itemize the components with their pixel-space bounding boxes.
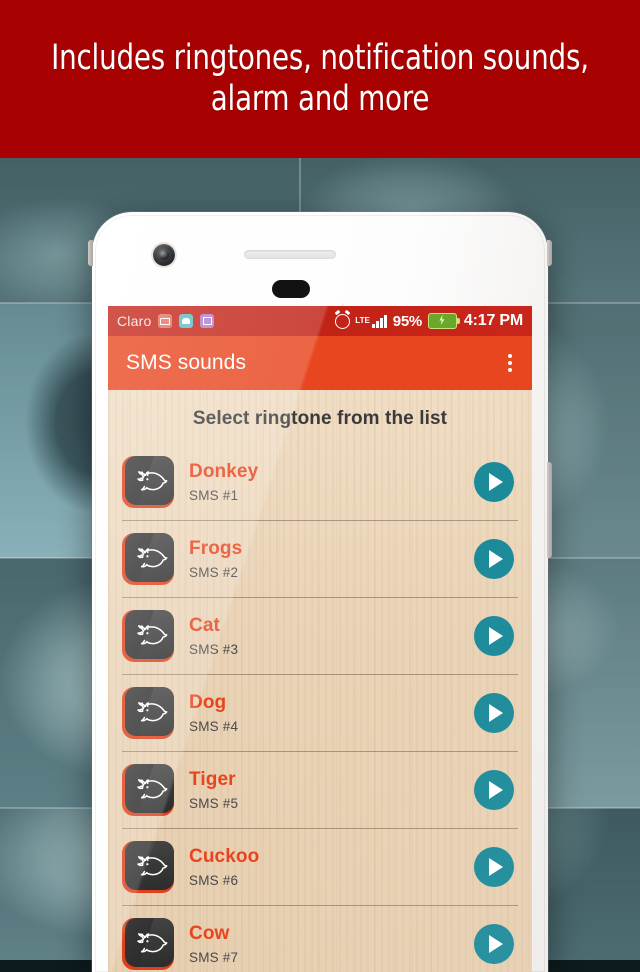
battery-percent-label: 95% [392, 312, 422, 330]
clock-label: 4:17 PM [463, 312, 523, 329]
android-robot-icon [179, 314, 194, 328]
ringtone-subtitle: SMS #5 [189, 795, 239, 811]
ringtone-title: Cuckoo [189, 846, 260, 868]
ringtone-thumbnail [122, 533, 174, 585]
status-bar-left: Claro [117, 313, 215, 329]
ringtone-meta: Cow SMS #7 [174, 923, 474, 965]
ringtone-row[interactable]: Donkey SMS #1 [122, 444, 518, 521]
ringtone-meta: Dog SMS #4 [174, 692, 474, 734]
app-title: SMS sounds [126, 351, 247, 374]
ringtone-title: Donkey [189, 461, 259, 483]
ringtone-meta: Tiger SMS #5 [174, 769, 474, 811]
phone-side-button-right-top[interactable] [547, 240, 552, 266]
proximity-sensor [272, 280, 310, 298]
phone-side-button-left[interactable] [88, 240, 93, 266]
ringtone-meta: Cuckoo SMS #6 [174, 846, 474, 888]
ringtone-row[interactable]: Dog SMS #4 [122, 675, 518, 752]
ringtone-subtitle: SMS #2 [189, 564, 239, 580]
carrier-label: Claro [117, 313, 152, 329]
ringtone-subtitle: SMS #3 [189, 641, 239, 657]
ringtone-meta: Frogs SMS #2 [174, 538, 474, 580]
photo-icon [200, 314, 215, 328]
play-button[interactable] [474, 770, 514, 810]
overflow-menu-icon[interactable] [504, 348, 516, 378]
play-button[interactable] [474, 462, 514, 502]
play-button[interactable] [474, 847, 514, 887]
content-area: Select ringtone from the list Donkey SMS … [108, 390, 532, 972]
ringtone-row[interactable]: Cuckoo SMS #6 [122, 829, 518, 906]
status-bar: Claro LTE 95% 4:17 PM [108, 306, 532, 336]
ringtone-thumbnail [122, 687, 174, 739]
ringtone-thumbnail [122, 841, 174, 893]
mail-icon [158, 314, 173, 328]
signal-strength-icon: LTE [355, 314, 387, 328]
ringtone-title: Dog [189, 692, 227, 714]
ringtone-title: Cow [189, 923, 230, 945]
play-icon [489, 550, 503, 568]
play-icon [489, 627, 503, 645]
play-icon [489, 704, 503, 722]
ringtone-row[interactable]: Cat SMS #3 [122, 598, 518, 675]
list-header: Select ringtone from the list [192, 408, 448, 429]
ringtone-subtitle: SMS #1 [189, 487, 239, 503]
ringtone-title: Frogs [189, 538, 243, 560]
ringtone-thumbnail [122, 456, 174, 508]
status-bar-right: LTE 95% 4:17 PM [335, 312, 523, 330]
play-icon [489, 781, 503, 799]
ringtone-subtitle: SMS #4 [189, 718, 239, 734]
network-type-label: LTE [355, 315, 370, 325]
ringtone-row[interactable]: Tiger SMS #5 [122, 752, 518, 829]
ringtone-thumbnail [122, 918, 174, 970]
ringtone-subtitle: SMS #7 [189, 949, 239, 965]
play-button[interactable] [474, 693, 514, 733]
play-button[interactable] [474, 616, 514, 656]
ringtone-thumbnail [122, 610, 174, 662]
promo-banner-text: Includes ringtones, notification sounds,… [51, 37, 589, 119]
ringtone-meta: Donkey SMS #1 [174, 461, 474, 503]
ringtone-row[interactable]: Frogs SMS #2 [122, 521, 518, 598]
ringtone-title: Tiger [189, 769, 236, 791]
alarm-clock-icon [335, 313, 351, 329]
play-icon [489, 858, 503, 876]
ringtone-thumbnail [122, 764, 174, 816]
play-button[interactable] [474, 539, 514, 579]
ringtone-row[interactable]: Cow SMS #7 [122, 906, 518, 972]
ringtone-meta: Cat SMS #3 [174, 615, 474, 657]
phone-mockup: Claro LTE 95% 4:17 PM SMS sounds Select … [88, 212, 552, 972]
battery-charging-icon [427, 313, 460, 329]
front-camera-icon [153, 244, 175, 266]
phone-volume-button[interactable] [547, 462, 552, 558]
promo-banner: Includes ringtones, notification sounds,… [0, 0, 640, 158]
play-button[interactable] [474, 924, 514, 964]
app-bar: SMS sounds [108, 336, 532, 390]
ringtone-title: Cat [189, 615, 220, 637]
earpiece-speaker [244, 250, 336, 259]
play-icon [489, 473, 503, 491]
ringtone-list: Donkey SMS #1 Frogs SMS #2 Cat SMS #3 Dog SM… [108, 444, 532, 972]
ringtone-subtitle: SMS #6 [189, 872, 239, 888]
phone-screen: Claro LTE 95% 4:17 PM SMS sounds Select … [108, 306, 532, 972]
play-icon [489, 935, 503, 953]
